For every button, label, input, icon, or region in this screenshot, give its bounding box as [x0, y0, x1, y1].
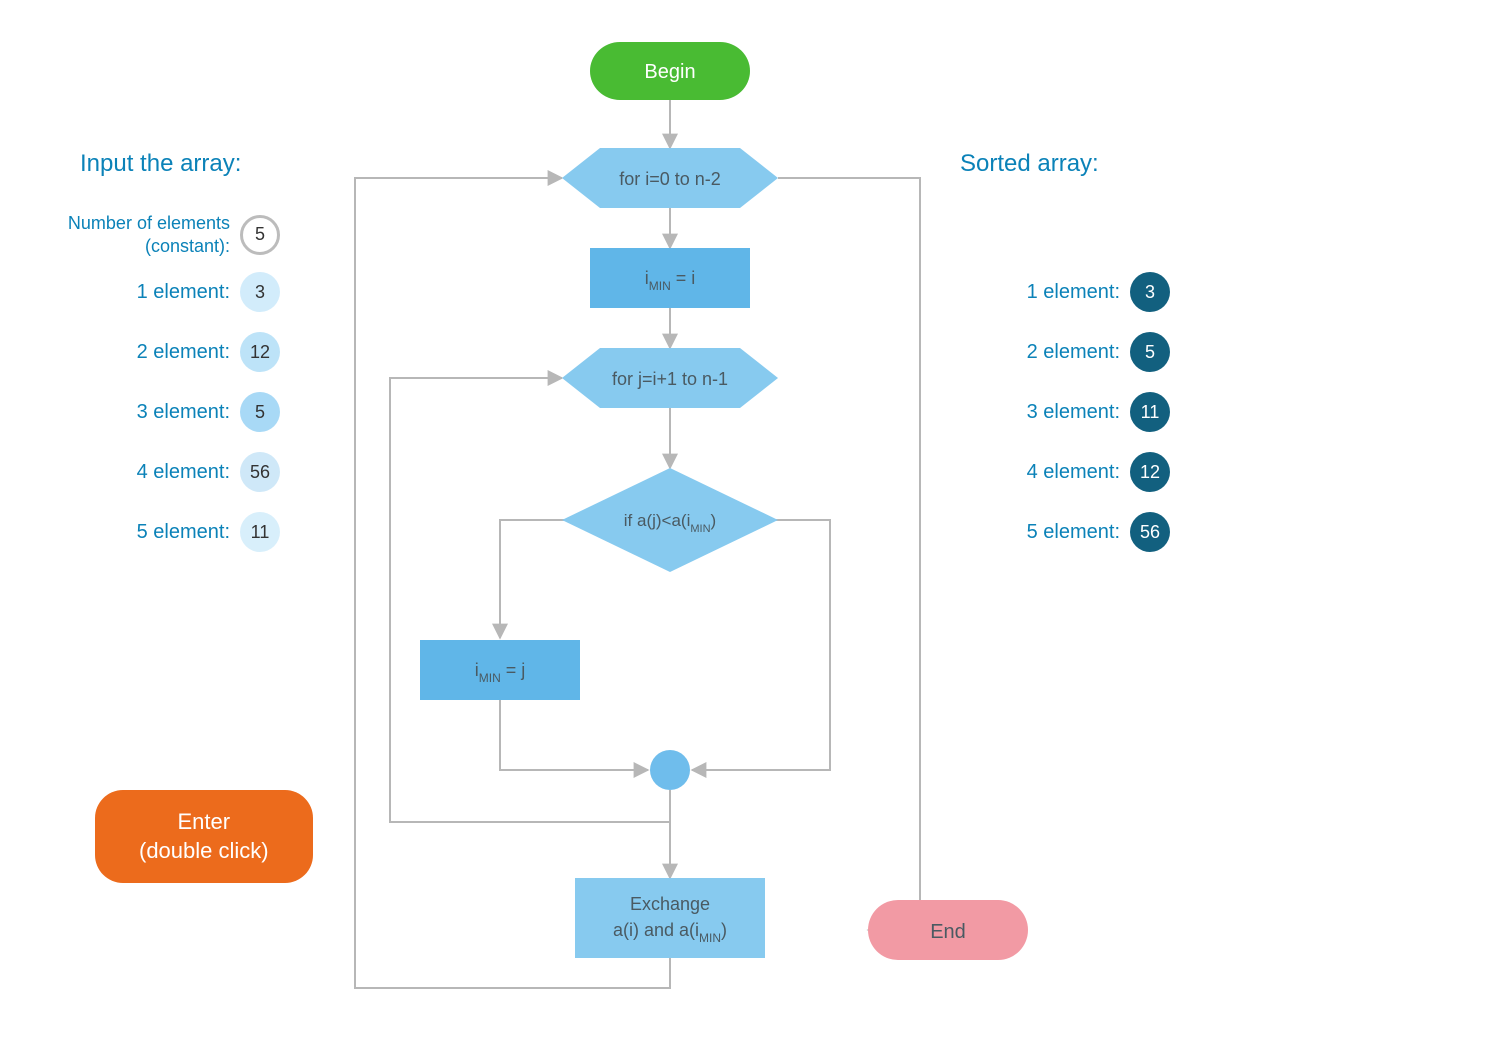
node-for-j: for j=i+1 to n-1 [562, 348, 778, 408]
node-exchange-line1: Exchange [630, 894, 710, 914]
node-condition: if a(j)<a(iMIN) [562, 468, 778, 572]
node-end: End [868, 900, 1028, 960]
flowchart-canvas: Begin for i=0 to n-2 iMIN = i for j=i+1 … [0, 0, 1500, 1060]
node-begin: Begin [590, 42, 750, 100]
node-imin-j: iMIN = j [420, 640, 580, 700]
arrow-for-i-done-to-end [778, 178, 920, 930]
arrow-cond-false-to-merge [692, 520, 830, 770]
node-for-i: for i=0 to n-2 [562, 148, 778, 208]
node-for-i-label: for i=0 to n-2 [619, 169, 721, 189]
node-begin-label: Begin [644, 61, 695, 83]
node-imin-i: iMIN = i [590, 248, 750, 308]
node-for-j-label: for j=i+1 to n-1 [612, 369, 728, 389]
arrow-inner-loopback [390, 378, 670, 822]
node-end-label: End [930, 921, 966, 943]
node-exchange: Exchange a(i) and a(iMIN) [575, 878, 765, 958]
node-merge-connector [650, 750, 690, 790]
arrow-imin-j-to-merge [500, 700, 648, 770]
arrow-cond-true-to-imin-j [500, 520, 570, 638]
